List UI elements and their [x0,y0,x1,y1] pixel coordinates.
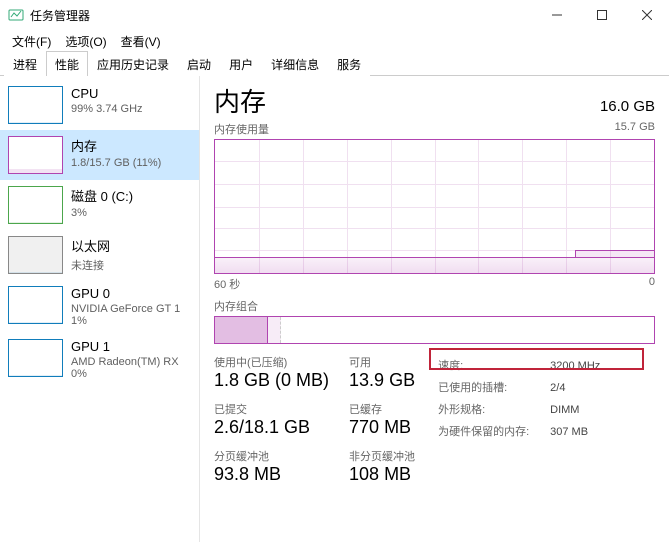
thumb-gpu [8,339,63,377]
sidebar-item-disk-2[interactable]: 磁盘 0 (C:) 3% [0,180,199,230]
thumb-disk [8,186,63,224]
maximize-button[interactable] [579,1,624,29]
window-title: 任务管理器 [30,7,534,24]
sidebar-item-sub: 3% [71,207,133,219]
sidebar-item-sub: 1.8/15.7 GB (11%) [71,157,161,169]
close-button[interactable] [624,1,669,29]
minimize-button[interactable] [534,1,579,29]
sidebar-item-title: 磁盘 0 (C:) [71,186,133,205]
task-manager-icon [8,7,24,23]
sidebar-item-title: 内存 [71,136,161,155]
tab-0[interactable]: 进程 [4,51,46,76]
sidebar-item-sub: 未连接 [71,257,110,273]
stat-paged: 分页缓冲池 93.8 MB [214,448,329,485]
window-controls [534,1,669,29]
usage-label: 内存使用量 [214,121,269,137]
detail-panel: 内存 16.0 GB 内存使用量 15.7 GB 60 秒 0 内存组合 [200,76,669,542]
detail-total: 16.0 GB [600,98,655,115]
sidebar-item-gpu-5[interactable]: GPU 1 AMD Radeon(TM) RX 0% [0,333,199,386]
menu-view[interactable]: 查看(V) [115,31,167,52]
tab-1[interactable]: 性能 [46,51,88,76]
thumb-cpu [8,86,63,124]
menubar: 文件(F) 选项(O) 查看(V) [0,30,669,52]
info-table: 速度:3200 MHz 已使用的插槽:2/4 外形规格:DIMM 为硬件保留的内… [435,354,603,444]
usage-max: 15.7 GB [615,121,655,137]
tab-5[interactable]: 详细信息 [262,51,328,76]
main-area: CPU 99% 3.74 GHz 内存 1.8/15.7 GB (11%) 磁盘 0 (… [0,76,669,542]
thumb-gpu [8,286,63,324]
sidebar-item-mem-1[interactable]: 内存 1.8/15.7 GB (11%) [0,130,199,180]
stat-available: 可用 13.9 GB [349,354,415,391]
stat-in-use: 使用中(已压缩) 1.8 GB (0 MB) [214,354,329,391]
sidebar-item-title: 以太网 [71,236,110,255]
info-form-row: 外形规格:DIMM [437,400,601,420]
memory-composition-bar[interactable] [214,316,655,344]
axis-left: 60 秒 [214,276,240,292]
info-slots-row: 已使用的插槽:2/4 [437,378,601,398]
stats-section: 使用中(已压缩) 1.8 GB (0 MB) 已提交 2.6/18.1 GB 分… [214,354,655,485]
thumb-eth [8,236,63,274]
tab-6[interactable]: 服务 [328,51,370,76]
tab-bar: 进程性能应用历史记录启动用户详细信息服务 [0,52,669,76]
tab-4[interactable]: 用户 [220,51,262,76]
info-reserved-row: 为硬件保留的内存:307 MB [437,422,601,442]
menu-options[interactable]: 选项(O) [59,31,112,52]
tab-3[interactable]: 启动 [178,51,220,76]
tab-2[interactable]: 应用历史记录 [88,51,178,76]
sidebar-item-cpu-0[interactable]: CPU 99% 3.74 GHz [0,80,199,130]
sidebar-item-title: CPU [71,86,143,101]
sidebar: CPU 99% 3.74 GHz 内存 1.8/15.7 GB (11%) 磁盘 0 (… [0,76,200,542]
memory-usage-graph[interactable] [214,139,655,274]
thumb-mem [8,136,63,174]
sidebar-item-gpu-4[interactable]: GPU 0 NVIDIA GeForce GT 1 1% [0,280,199,333]
sidebar-item-sub: AMD Radeon(TM) RX 0% [71,356,179,380]
info-speed-row: 速度:3200 MHz [437,356,601,376]
stat-nonpaged: 非分页缓冲池 108 MB [349,448,415,485]
composition-label: 内存组合 [214,298,655,314]
sidebar-item-sub: 99% 3.74 GHz [71,103,143,115]
stat-committed: 已提交 2.6/18.1 GB [214,401,329,438]
sidebar-item-title: GPU 0 [71,286,180,301]
axis-right: 0 [649,276,655,292]
sidebar-item-sub: NVIDIA GeForce GT 1 1% [71,303,180,327]
sidebar-item-title: GPU 1 [71,339,179,354]
sidebar-item-eth-3[interactable]: 以太网未连接 [0,230,199,280]
detail-title: 内存 [214,82,266,119]
stat-cached: 已缓存 770 MB [349,401,415,438]
menu-file[interactable]: 文件(F) [6,31,57,52]
titlebar: 任务管理器 [0,0,669,30]
